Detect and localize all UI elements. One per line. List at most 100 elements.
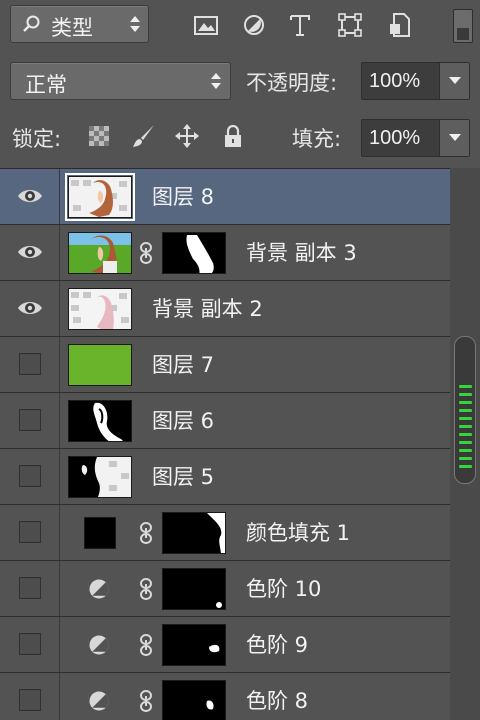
- layer-name[interactable]: 图层 6: [152, 405, 214, 435]
- visibility-cell[interactable]: [0, 505, 60, 560]
- updown-arrows-icon: [130, 16, 140, 32]
- layer-thumbnail[interactable]: [68, 288, 132, 330]
- layer-kind-filter-select[interactable]: 类型: [10, 5, 149, 43]
- adjustment-layer-icon[interactable]: [88, 690, 110, 712]
- layer-thumbnail[interactable]: [68, 456, 132, 498]
- layer-mask-thumbnail[interactable]: [162, 512, 226, 554]
- fill-value: 100%: [369, 127, 421, 149]
- layer-row[interactable]: 色阶 9: [0, 617, 450, 673]
- smart-object-filter-icon[interactable]: [386, 11, 414, 39]
- scroll-grip-line: [459, 409, 472, 412]
- visibility-toggle-empty[interactable]: [19, 353, 41, 375]
- visibility-toggle-empty[interactable]: [19, 409, 41, 431]
- adjustment-filter-icon[interactable]: [240, 11, 268, 39]
- layer-name[interactable]: 图层 5: [152, 461, 214, 491]
- layer-row[interactable]: 图层 6: [0, 393, 450, 449]
- lock-image-pixels-brush-icon[interactable]: [130, 123, 156, 149]
- scroll-grip-line: [459, 425, 472, 428]
- layers-list: 图层 8 背景 副本 3 背景 副本 2 图层 7 图层 6 图层 5 颜色填充…: [0, 168, 450, 720]
- layer-name[interactable]: 背景 副本 2: [152, 293, 263, 323]
- lock-position-move-icon[interactable]: [174, 123, 200, 149]
- visibility-toggle-empty[interactable]: [19, 689, 41, 711]
- layer-row[interactable]: 颜色填充 1: [0, 505, 450, 561]
- scroll-grip-line: [459, 449, 472, 452]
- fill-field[interactable]: 100%: [361, 119, 470, 157]
- opacity-dropdown-button[interactable]: [439, 63, 469, 99]
- visibility-toggle-empty[interactable]: [19, 633, 41, 655]
- layer-name[interactable]: 图层 8: [152, 181, 214, 211]
- visibility-toggle-empty[interactable]: [19, 577, 41, 599]
- adjustment-layer-icon[interactable]: [88, 634, 110, 656]
- fill-label: 填充:: [292, 127, 342, 151]
- layer-row[interactable]: 图层 8: [0, 169, 450, 225]
- visibility-cell[interactable]: [0, 281, 60, 336]
- layer-row[interactable]: 背景 副本 2: [0, 281, 450, 337]
- layer-row[interactable]: 色阶 10: [0, 561, 450, 617]
- layers-scrollbar[interactable]: [450, 168, 480, 720]
- visibility-cell[interactable]: [0, 673, 60, 720]
- layer-thumbnail[interactable]: [68, 232, 132, 274]
- fill-dropdown-button[interactable]: [439, 120, 469, 156]
- scroll-grip-line: [459, 465, 472, 468]
- layer-thumbnail[interactable]: [65, 173, 135, 221]
- layer-thumbnail[interactable]: [68, 400, 132, 442]
- lock-transparent-pixels-icon[interactable]: [86, 123, 112, 149]
- type-filter-icon[interactable]: [286, 11, 314, 39]
- filter-select-label: 类型: [51, 16, 93, 40]
- scrollbar-thumb[interactable]: [454, 336, 476, 484]
- opacity-label: 不透明度:: [246, 71, 338, 95]
- visibility-cell[interactable]: [0, 337, 60, 392]
- visibility-cell[interactable]: [0, 169, 60, 224]
- visibility-cell[interactable]: [0, 449, 60, 504]
- eye-icon[interactable]: [17, 187, 43, 205]
- image-filter-icon[interactable]: [192, 11, 220, 39]
- layer-name[interactable]: 背景 副本 3: [246, 237, 357, 267]
- opacity-field[interactable]: 100%: [361, 62, 470, 100]
- visibility-cell[interactable]: [0, 617, 60, 672]
- layer-mask-thumbnail[interactable]: [162, 680, 226, 720]
- search-icon: [23, 15, 40, 32]
- layer-mask-thumbnail[interactable]: [162, 568, 226, 610]
- layer-thumbnail[interactable]: [68, 344, 132, 386]
- link-chain-icon[interactable]: [138, 690, 154, 712]
- scroll-grip-line: [459, 433, 472, 436]
- scroll-grip-line: [459, 401, 472, 404]
- lock-all-padlock-icon[interactable]: [220, 123, 246, 149]
- scroll-grip-line: [459, 385, 472, 388]
- link-chain-icon[interactable]: [138, 634, 154, 656]
- link-chain-icon[interactable]: [138, 242, 154, 264]
- filter-toggle-switch[interactable]: [453, 9, 473, 43]
- shape-filter-icon[interactable]: [336, 11, 364, 39]
- layer-row[interactable]: 图层 5: [0, 449, 450, 505]
- adjustment-layer-icon[interactable]: [88, 578, 110, 600]
- layer-name[interactable]: 图层 7: [152, 349, 214, 379]
- scroll-grip-line: [459, 393, 472, 396]
- layer-name[interactable]: 颜色填充 1: [246, 517, 350, 547]
- layer-name[interactable]: 色阶 9: [246, 629, 308, 659]
- chevron-down-icon: [449, 134, 461, 141]
- link-chain-icon[interactable]: [138, 522, 154, 544]
- blend-mode-select[interactable]: 正常: [10, 62, 231, 100]
- scroll-grip-line: [459, 457, 472, 460]
- visibility-toggle-empty[interactable]: [19, 521, 41, 543]
- eye-icon[interactable]: [17, 243, 43, 261]
- layer-mask-thumbnail[interactable]: [162, 232, 226, 274]
- visibility-toggle-empty[interactable]: [19, 465, 41, 487]
- visibility-cell[interactable]: [0, 225, 60, 280]
- lock-fill-row: 锁定: 填充: 100%: [0, 110, 480, 166]
- blend-opacity-row: 正常 不透明度: 100%: [0, 52, 480, 110]
- eye-icon[interactable]: [17, 299, 43, 317]
- layer-name[interactable]: 色阶 10: [246, 573, 321, 603]
- layer-row[interactable]: 色阶 8: [0, 673, 450, 720]
- layer-row[interactable]: 图层 7: [0, 337, 450, 393]
- chevron-down-icon: [449, 77, 461, 84]
- fill-color-swatch[interactable]: [84, 517, 116, 549]
- visibility-cell[interactable]: [0, 393, 60, 448]
- link-chain-icon[interactable]: [138, 578, 154, 600]
- layer-mask-thumbnail[interactable]: [162, 624, 226, 666]
- layer-row[interactable]: 背景 副本 3: [0, 225, 450, 281]
- visibility-cell[interactable]: [0, 561, 60, 616]
- layer-name[interactable]: 色阶 8: [246, 685, 308, 715]
- scroll-grip-line: [459, 441, 472, 444]
- blend-mode-label: 正常: [25, 73, 67, 97]
